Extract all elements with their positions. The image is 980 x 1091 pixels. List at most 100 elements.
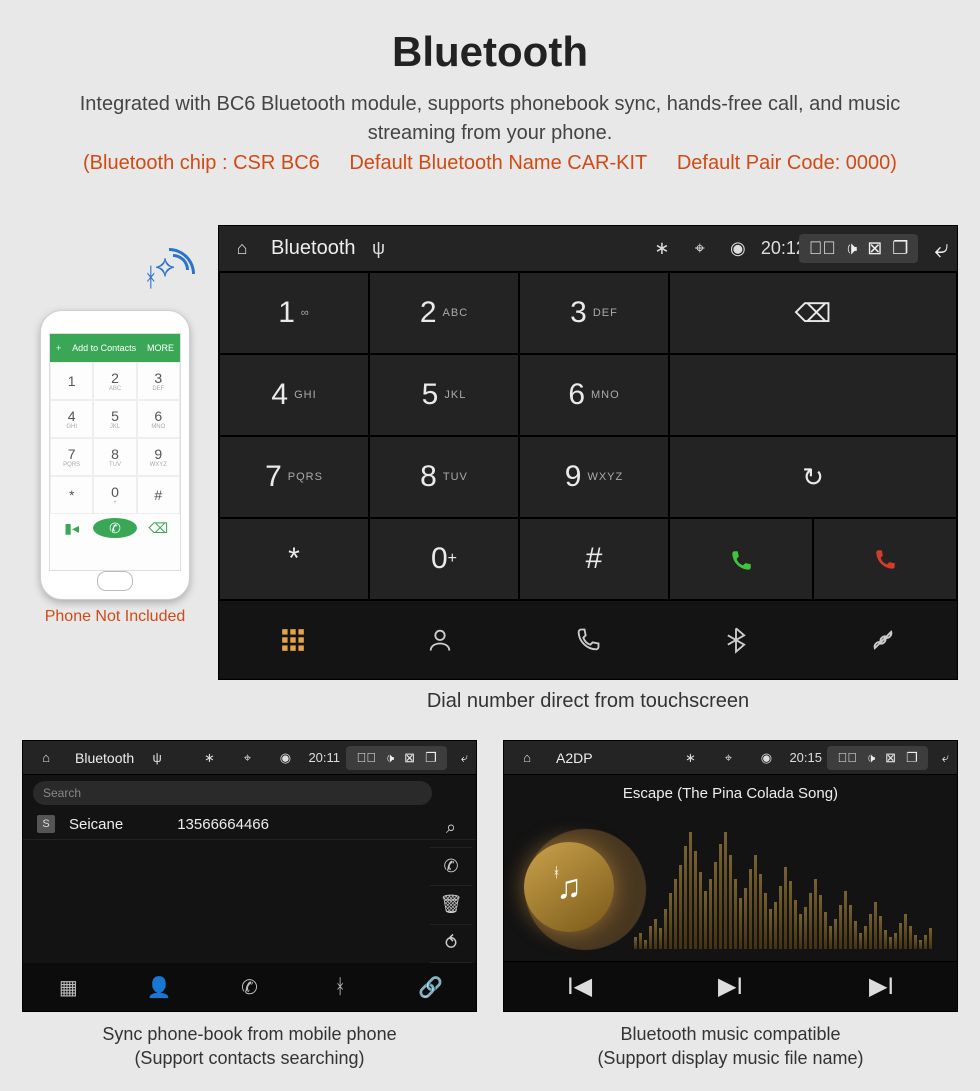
redial-button[interactable]: ↻: [669, 436, 957, 518]
screenshot-icon[interactable]: ⟲⃞: [356, 750, 376, 765]
back-icon[interactable]: ⤶: [934, 233, 949, 265]
key-#[interactable]: #: [519, 518, 669, 600]
key-7[interactable]: 7PQRS: [219, 436, 369, 518]
side-call-icon[interactable]: ✆: [430, 848, 472, 887]
clock: 20:11: [308, 750, 338, 765]
key-9[interactable]: 9WXYZ: [519, 436, 669, 518]
dialer-tabs: [219, 600, 957, 678]
blank-cell: [669, 354, 957, 436]
call-button[interactable]: [669, 518, 813, 600]
page-title: Bluetooth: [0, 0, 980, 76]
tab-keypad[interactable]: ▦: [23, 963, 114, 1011]
spec-pair-code: Default Pair Code: 0000): [677, 152, 897, 174]
phone-key-9: 9WXYZ: [137, 438, 180, 476]
prev-button[interactable]: I◀: [504, 961, 655, 1011]
contact-row[interactable]: S Seicane 13566664466: [23, 809, 476, 840]
key-8[interactable]: 8TUV: [369, 436, 519, 518]
play-pause-button[interactable]: ▶I: [655, 961, 806, 1011]
gps-icon: ⌖: [685, 238, 715, 259]
bluetooth-radiating-icon: ⟡ ᚼ: [135, 250, 195, 310]
phone-key-0: 0+: [93, 476, 136, 514]
screenshot-icon[interactable]: ⟲⃞: [809, 238, 836, 259]
phone-caption: Phone Not Included: [35, 608, 195, 626]
key-3[interactable]: 3DEF: [519, 272, 669, 354]
wifi-icon: ◉: [270, 750, 300, 766]
key-5[interactable]: 5JKL: [369, 354, 519, 436]
a2dp-caption: Bluetooth music compatible (Support disp…: [503, 1022, 958, 1071]
phone-mockup: ⟡ ᚼ + Add to Contacts MORE 12ABC3DEF4GHI…: [35, 310, 195, 626]
tab-pairing[interactable]: [809, 600, 957, 678]
close-icon[interactable]: ⊠: [867, 238, 882, 259]
side-sync-icon[interactable]: ⥀: [430, 925, 472, 964]
screenshot-icon[interactable]: ⟲⃞: [837, 750, 857, 765]
back-icon[interactable]: ⤶: [942, 750, 949, 766]
side-delete-icon[interactable]: 🗑: [430, 886, 472, 925]
phonebook-title: Bluetooth: [75, 750, 134, 766]
hangup-button[interactable]: [813, 518, 957, 600]
phonebook-screen: ⌂ Bluetooth ψ ∗ ⌖ ◉ 20:11 ⟲⃞ 🕩 ⊠ ❐ ⤶ Sea…: [22, 740, 477, 1012]
recents-icon[interactable]: ❐: [425, 750, 437, 766]
phone-dial-icon: ✆: [93, 518, 136, 538]
page-specs: (Bluetooth chip : CSR BC6 Default Blueto…: [30, 152, 950, 175]
phone-key-3: 3DEF: [137, 362, 180, 400]
usb-icon: ψ: [142, 750, 172, 765]
tab-contacts[interactable]: 👤: [114, 963, 205, 1011]
tab-contacts[interactable]: [367, 600, 515, 678]
page-description: Integrated with BC6 Bluetooth module, su…: [60, 90, 920, 148]
phone-key-#: #: [137, 476, 180, 514]
home-icon[interactable]: ⌂: [31, 750, 61, 765]
key-0[interactable]: 0+: [369, 518, 519, 600]
volume-icon[interactable]: 🕩: [867, 750, 875, 766]
dialer-title: Bluetooth: [271, 237, 356, 260]
recents-icon[interactable]: ❐: [892, 238, 908, 259]
recents-icon[interactable]: ❐: [906, 750, 918, 766]
dialer-statusbar: ⌂ Bluetooth ψ ∗ ⌖ ◉ 20:12 ⟲⃞ 🕩 ⊠ ❐ ⤶: [219, 226, 957, 272]
phone-key-7: 7PQRS: [50, 438, 93, 476]
bt-status-icon: ∗: [675, 750, 705, 766]
back-icon[interactable]: ⤶: [461, 750, 468, 766]
close-icon[interactable]: ⊠: [404, 750, 415, 766]
track-title: Escape (The Pina Colada Song): [623, 785, 838, 802]
tab-recent-calls[interactable]: [514, 600, 662, 678]
contact-badge: S: [37, 815, 55, 833]
phone-key-5: 5JKL: [93, 400, 136, 438]
music-note-icon: ♫ᚼ: [524, 842, 614, 932]
key-2[interactable]: 2ABC: [369, 272, 519, 354]
key-*[interactable]: *: [219, 518, 369, 600]
phonebook-search-input[interactable]: Search: [33, 781, 432, 805]
phone-key-8: 8TUV: [93, 438, 136, 476]
key-6[interactable]: 6MNO: [519, 354, 669, 436]
phone-more-label: MORE: [147, 343, 174, 353]
gps-icon: ⌖: [232, 750, 262, 766]
a2dp-screen: ⌂ A2DP ∗ ⌖ ◉ 20:15 ⟲⃞ 🕩 ⊠ ❐ ⤶ Escape (Th…: [503, 740, 958, 1012]
tab-pairing[interactable]: 🔗: [385, 963, 476, 1011]
phone-add-label: Add to Contacts: [72, 343, 136, 353]
next-button[interactable]: ▶I: [806, 961, 957, 1011]
volume-icon[interactable]: 🕩: [386, 750, 394, 766]
clock: 20:15: [789, 750, 819, 765]
phone-backspace-icon: ⌫: [137, 514, 180, 542]
side-search-icon[interactable]: ⌕: [430, 809, 472, 848]
phone-key-6: 6MNO: [137, 400, 180, 438]
tab-recent-calls[interactable]: ✆: [204, 963, 295, 1011]
home-icon[interactable]: ⌂: [227, 238, 257, 259]
phone-key-4: 4GHI: [50, 400, 93, 438]
key-4[interactable]: 4GHI: [219, 354, 369, 436]
usb-icon: ψ: [364, 238, 394, 259]
tab-bluetooth[interactable]: [662, 600, 810, 678]
clock: 20:12: [761, 238, 791, 259]
close-icon[interactable]: ⊠: [885, 750, 896, 766]
wifi-icon: ◉: [723, 238, 753, 259]
key-1[interactable]: 1∞: [219, 272, 369, 354]
wifi-icon: ◉: [751, 750, 781, 766]
bt-status-icon: ∗: [647, 238, 677, 259]
phonebook-caption: Sync phone-book from mobile phone (Suppo…: [22, 1022, 477, 1071]
dialer-screen: ⌂ Bluetooth ψ ∗ ⌖ ◉ 20:12 ⟲⃞ 🕩 ⊠ ❐ ⤶ 1∞2…: [218, 225, 958, 680]
home-icon[interactable]: ⌂: [512, 750, 542, 765]
backspace-button[interactable]: ⌫: [669, 272, 957, 354]
volume-icon[interactable]: 🕩: [846, 238, 857, 259]
spec-chip: (Bluetooth chip : CSR BC6: [83, 152, 320, 174]
tab-keypad[interactable]: [219, 600, 367, 678]
dialer-caption: Dial number direct from touchscreen: [218, 690, 958, 713]
tab-bluetooth[interactable]: ᚼ: [295, 963, 386, 1011]
